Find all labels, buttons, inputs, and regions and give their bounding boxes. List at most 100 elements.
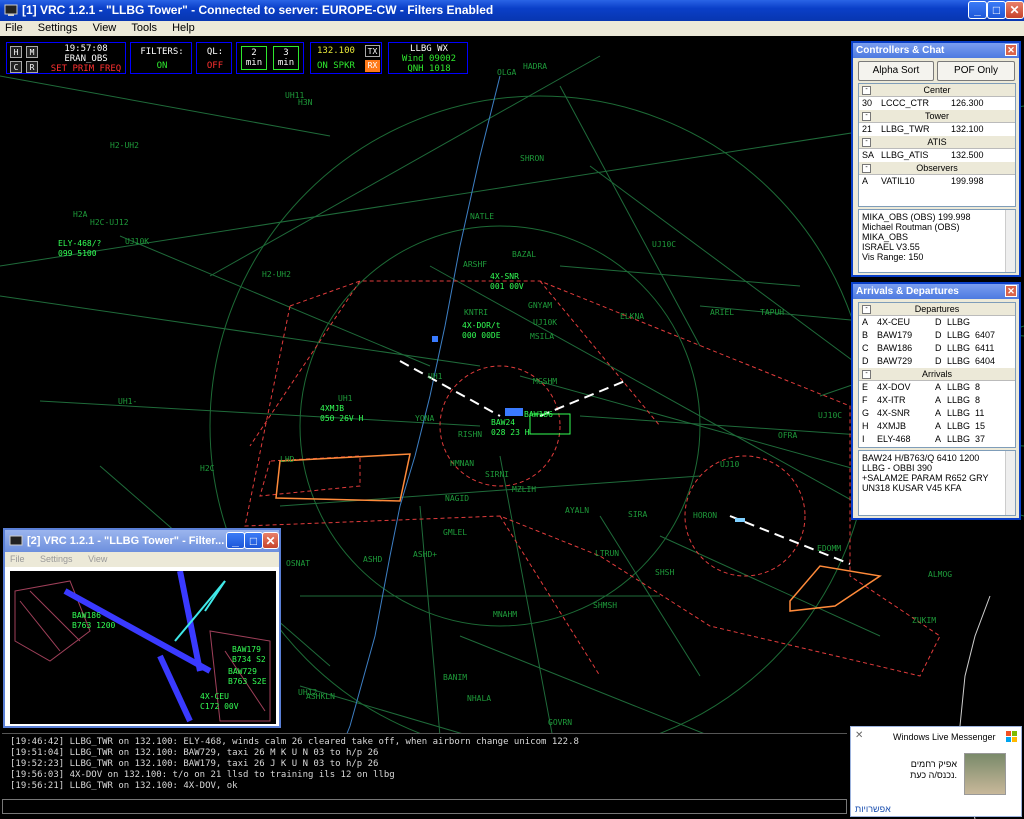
close-icon[interactable]: ✕ (855, 730, 863, 741)
group-header-departures[interactable]: - Departures (859, 303, 1015, 316)
hud-clock-box: H M C R 19:57:08 ERAN_OBS SET PRIM FREQ (6, 42, 126, 74)
menu-file[interactable]: File (5, 22, 23, 34)
hud-filters-box[interactable]: FILTERS: ON (130, 42, 192, 74)
collapse-icon[interactable]: - (862, 138, 871, 147)
secondary-menu-settings[interactable]: Settings (40, 554, 73, 564)
collapse-icon[interactable]: - (862, 370, 871, 379)
row-cell: A (935, 395, 942, 405)
hud-m-button[interactable]: M (26, 46, 38, 58)
tx-toggle[interactable]: TX (365, 45, 380, 57)
messenger-options-link[interactable]: אפשרויות (855, 804, 891, 814)
timer-2min-num: 2 (251, 48, 257, 58)
command-line-input[interactable] (2, 799, 847, 814)
messenger-notification[interactable]: ✕ Windows Live Messenger אפיק רחמים נכנס… (850, 726, 1022, 817)
group-header-atis[interactable]: - ATIS (859, 136, 1015, 149)
row-callsign: VATIL10 (881, 176, 915, 186)
group-header-center[interactable]: - Center (859, 84, 1015, 97)
hud-h-button[interactable]: H (10, 46, 22, 58)
arrival-row[interactable]: I ELY-468 A LLBG 37 (859, 433, 1015, 446)
secondary-maximize-button[interactable]: □ (244, 532, 263, 549)
close-icon[interactable]: ✕ (1005, 44, 1017, 56)
group-name: ATIS (927, 137, 947, 147)
aircraft-tag[interactable]: BAW24 028 23 H (491, 418, 530, 438)
secondary-close-button[interactable]: ✕ (262, 532, 279, 549)
secondary-minimize-button[interactable]: _ (226, 532, 245, 549)
group-header-arrivals[interactable]: - Arrivals (859, 368, 1015, 381)
aircraft-tag[interactable]: 4X-DOR/t 000 00DE (462, 321, 501, 341)
info-scrollbar[interactable] (1005, 210, 1015, 272)
aircraft-tag[interactable]: 4X-SNR 001 00V (490, 272, 524, 292)
hud-callsign: ERAN_OBS (64, 54, 108, 64)
row-freq: 132.500 (951, 150, 984, 160)
collapse-icon[interactable]: - (862, 305, 871, 314)
menu-settings[interactable]: Settings (38, 22, 78, 34)
ground-tag[interactable]: 4X-CEU C172 00V (200, 692, 239, 712)
row-freq: 199.998 (951, 176, 984, 186)
secondary-vrc-window[interactable]: [2] VRC 1.2.1 - "LLBG Tower" - Filter...… (3, 528, 281, 728)
fix-label: MZLIH (512, 485, 537, 494)
arrival-row[interactable]: F 4X-ITR A LLBG 8 (859, 394, 1015, 407)
menu-view[interactable]: View (93, 22, 117, 34)
fix-label: ARIEL (710, 308, 735, 317)
collapse-icon[interactable]: - (862, 86, 871, 95)
arrival-row[interactable]: H 4XMJB A LLBG 15 (859, 420, 1015, 433)
close-icon[interactable]: ✕ (1005, 285, 1017, 297)
group-name: Tower (924, 111, 949, 121)
close-button[interactable]: ✕ (1005, 1, 1024, 19)
ground-callsign: BAW179 (232, 645, 261, 654)
ground-tag[interactable]: BAW179 B734 S2 (232, 645, 266, 665)
ground-radar-view[interactable]: BAW186 B763 1200 BAW179 B734 S2 BAW729 B763… (10, 571, 276, 724)
ground-tag[interactable]: BAW186 B763 1200 (72, 611, 115, 631)
aircraft-tag[interactable]: ELY-468/? 099 5100 (58, 239, 101, 259)
secondary-menu-file[interactable]: File (10, 554, 25, 564)
secondary-menu-view[interactable]: View (88, 554, 107, 564)
maximize-button[interactable]: □ (987, 1, 1006, 19)
fix-label: SHMSH (593, 601, 618, 610)
messenger-title: Windows Live Messenger (893, 732, 996, 742)
departure-row[interactable]: B BAW179 D LLBG 6407 (859, 329, 1015, 342)
ground-tag[interactable]: BAW729 B763 S2E (228, 667, 267, 687)
ground-callsign: BAW186 (72, 611, 101, 620)
flightplan-scrollbar[interactable] (1005, 451, 1015, 515)
fix-label: BAZAL (512, 250, 537, 259)
controller-row[interactable]: SA LLBG_ATIS 132.500 (859, 149, 1015, 162)
row-id: 30 (862, 98, 873, 108)
hud-ql-box[interactable]: QL: OFF (196, 42, 232, 74)
timer-2min-button[interactable]: 2 min (241, 46, 267, 70)
controller-row[interactable]: 21 LLBG_TWR 132.100 (859, 123, 1015, 136)
departure-row[interactable]: A 4X-CEU D LLBG (859, 316, 1015, 329)
group-header-observers[interactable]: - Observers (859, 162, 1015, 175)
rx-toggle[interactable]: RX (365, 60, 380, 72)
timer-3min-button[interactable]: 3 min (273, 46, 299, 70)
minimize-button[interactable]: _ (968, 1, 987, 19)
hud-r-button[interactable]: R (26, 61, 38, 73)
collapse-icon[interactable]: - (862, 164, 871, 173)
controllers-panel: Controllers & Chat ✕ Alpha Sort POF Only … (851, 41, 1021, 277)
alpha-sort-button[interactable]: Alpha Sort (858, 61, 934, 81)
arrival-row[interactable]: E 4X-DOV A LLBG 8 (859, 381, 1015, 394)
arrdep-list[interactable]: - Departures A 4X-CEU D LLBG B BAW179 D LLBG 6407… (858, 302, 1016, 448)
departure-row[interactable]: D BAW729 D LLBG 6404 (859, 355, 1015, 368)
aircraft-tag[interactable]: 4XMJB 050 26V H (320, 404, 363, 424)
row-cell: 4X-SNR (877, 408, 911, 418)
row-cell: LLBG (947, 395, 971, 405)
departure-row[interactable]: C BAW186 D LLBG 6411 (859, 342, 1015, 355)
fix-label: MSILA (530, 332, 555, 341)
fix-label: NHALA (467, 694, 492, 703)
hud-c-button[interactable]: C (10, 61, 22, 73)
menu-tools[interactable]: Tools (131, 22, 157, 34)
collapse-icon[interactable]: - (862, 112, 871, 121)
controller-row[interactable]: 30 LCCC_CTR 126.300 (859, 97, 1015, 110)
row-cell: BAW729 (877, 356, 913, 366)
fix-label: UJ10C (818, 411, 843, 420)
controllers-list[interactable]: - Center 30 LCCC_CTR 126.300 - Tower 21 LLBG_… (858, 83, 1016, 207)
hud-prim-freq[interactable]: SET PRIM FREQ (47, 64, 125, 74)
messenger-logo-icon (1006, 731, 1017, 742)
fix-label: SIRNI (485, 470, 510, 479)
menu-help[interactable]: Help (172, 22, 195, 34)
group-header-tower[interactable]: - Tower (859, 110, 1015, 123)
arrival-row[interactable]: G 4X-SNR A LLBG 11 (859, 407, 1015, 420)
pof-only-button[interactable]: POF Only (937, 61, 1015, 81)
message-log[interactable]: [19:46:42] LLBG_TWR on 132.100: ELY-468,… (2, 733, 847, 796)
controller-row[interactable]: A VATIL10 199.998 (859, 175, 1015, 188)
